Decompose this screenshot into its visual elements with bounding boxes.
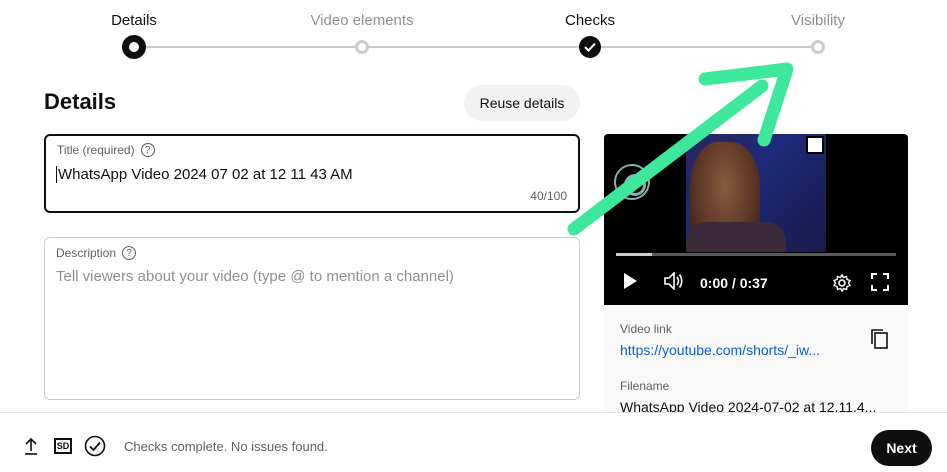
copy-icon[interactable] [870,328,890,350]
upload-icon[interactable] [20,435,42,457]
step-dot-visibility[interactable] [811,40,825,54]
checkmark-icon [584,42,596,52]
step-label-checks[interactable]: Checks [565,12,615,29]
progress-stepper: Details Video elements Checks Visibility [0,0,947,70]
check-circle-icon[interactable] [84,435,106,457]
video-progress-bar[interactable] [616,253,896,256]
fullscreen-icon[interactable] [871,273,889,291]
step-label-details[interactable]: Details [111,12,157,29]
next-button[interactable]: Next [871,430,932,466]
description-label-text: Description [56,246,117,260]
step-dot-details[interactable] [122,35,146,59]
help-icon[interactable]: ? [122,246,137,260]
tv-logo [806,136,824,154]
video-thumbnail [686,134,826,252]
step-dot-checks[interactable] [579,36,601,58]
video-time: 0:00 / 0:37 [700,275,768,291]
step-dot-video-elements[interactable] [355,40,369,54]
sd-icon[interactable]: SD [52,435,74,457]
description-field-label: Description ? [56,246,137,260]
title-field[interactable]: Title (required) ? WhatsApp Video 2024 0… [44,134,580,213]
title-input[interactable]: WhatsApp Video 2024 07 02 at 12 11 43 AM [56,166,353,183]
sd-label: SD [54,438,72,454]
video-link[interactable]: https://youtube.com/shorts/_iw... [620,342,820,358]
page-title: Details [44,89,117,114]
video-link-label: Video link [620,322,672,336]
help-icon[interactable]: ? [140,143,155,157]
video-preview-panel: 0:00 / 0:37 Video link https://youtube.c… [604,134,908,414]
whatsapp-logo-icon [614,164,650,200]
title-char-count: 40/100 [530,189,567,203]
step-label-visibility[interactable]: Visibility [791,12,845,29]
description-field[interactable]: Description ? Tell viewers about your vi… [44,237,580,400]
step-label-video-elements[interactable]: Video elements [310,12,413,29]
checks-status-text: Checks complete. No issues found. [124,439,328,454]
settings-icon[interactable] [833,274,851,292]
video-progress-fill [616,253,653,256]
filename-label: Filename [620,379,670,393]
video-subject-body [686,222,786,252]
volume-icon[interactable] [664,272,684,290]
title-field-label: Title (required) ? [57,143,155,157]
play-icon[interactable] [622,272,638,290]
description-input[interactable]: Tell viewers about your video (type @ to… [56,268,454,285]
title-label-text: Title (required) [57,143,135,157]
footer-bar: SD Checks complete. No issues found. Nex… [0,412,947,472]
stepper-line [134,46,818,48]
reuse-details-button[interactable]: Reuse details [464,85,580,121]
video-player[interactable]: 0:00 / 0:37 [604,134,908,305]
